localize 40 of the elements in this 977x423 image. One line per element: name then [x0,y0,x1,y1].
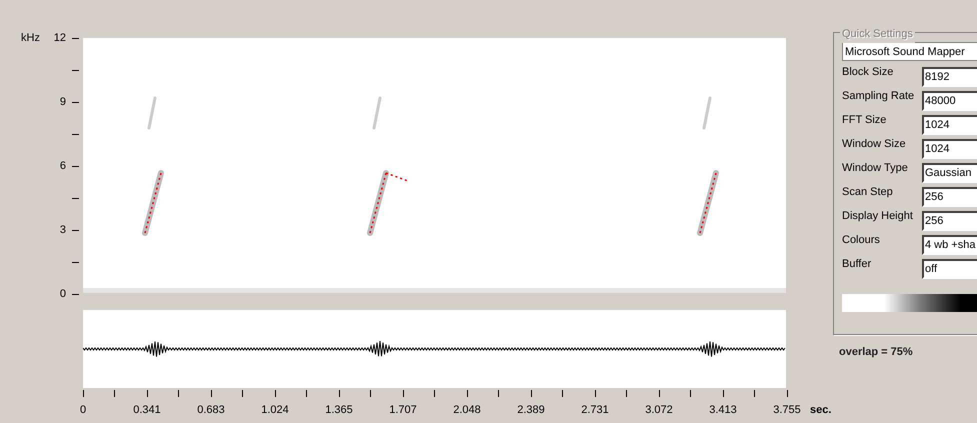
axis-label: 3.072 [645,403,673,418]
axis-label: 0 [60,286,66,302]
axis-label: 9 [60,94,66,110]
setting-field[interactable]: 256 [922,211,977,231]
axis-label: 1.024 [261,403,289,418]
setting-field[interactable]: 8192 [922,67,977,87]
field-label: Scan Step [842,185,894,200]
field-label: Window Type [842,161,909,176]
field-label: Window Size [842,137,907,152]
device-field[interactable]: Microsoft Sound Mapper [842,42,977,61]
field-label: Display Height [842,209,914,224]
setting-field[interactable]: 48000 [922,91,977,111]
axis-label: 0.683 [197,403,225,418]
setting-field[interactable]: off [922,259,977,279]
field-label: Block Size [842,65,894,80]
axis-label: 1.707 [389,403,417,418]
setting-field[interactable]: 4 wb +sha [922,235,977,255]
axis-label: 3.413 [709,403,737,418]
field-label: FFT Size [842,113,888,128]
overlap-text: overlap = 75% [839,345,914,360]
field-label: Buffer [842,257,872,272]
setting-field[interactable]: Gaussian [922,163,977,183]
axis-label: 2.389 [517,403,545,418]
axis-label: 1.365 [325,403,353,418]
setting-field[interactable]: 1024 [922,139,977,159]
group-title: Quick Settings [840,26,915,42]
setting-field[interactable]: 256 [922,187,977,207]
axis-label: 2.048 [453,403,481,418]
axis-label: 2.731 [581,403,609,418]
axis-label: 6 [60,158,66,174]
axis-label: 12 [54,30,66,46]
axis-label: 3.755 [773,403,801,418]
axis-unit: sec. [810,403,832,418]
axis-unit: kHz [21,30,40,46]
field-label: Sampling Rate [842,89,916,104]
setting-field[interactable]: 1024 [922,115,977,135]
axis-label: 0 [80,403,86,418]
axis-label: 3 [60,222,66,238]
field-label: Colours [842,233,881,248]
axis-label: 0.341 [133,403,161,418]
